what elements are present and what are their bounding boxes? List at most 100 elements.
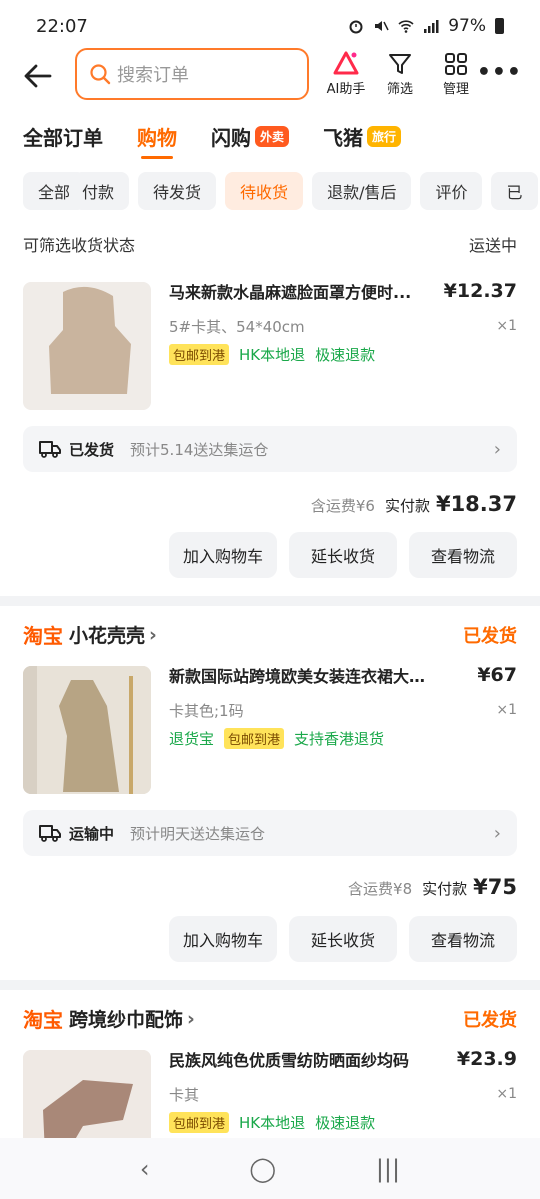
fast-refund-tag: 极速退款 bbox=[315, 346, 376, 364]
order-actions: 加入购物车 延长收货 查看物流 bbox=[169, 532, 517, 578]
tab-all-orders[interactable]: 全部订单 bbox=[23, 122, 103, 151]
paid-label: 实付款 bbox=[384, 497, 430, 515]
service-tags: 包邮到港 HK本地退 极速退款 bbox=[169, 1112, 375, 1133]
product-image bbox=[23, 666, 151, 794]
shop-link[interactable]: 淘宝 小花壳壳 › bbox=[23, 620, 157, 649]
product-quantity: ×1 bbox=[496, 702, 517, 718]
chevron-right-icon: › bbox=[493, 438, 501, 460]
ai-assistant-button[interactable]: AI助手 bbox=[316, 50, 376, 97]
product-image bbox=[23, 1050, 151, 1138]
nav-home-icon[interactable]: ◯ bbox=[249, 1155, 276, 1183]
tab-flash-buy[interactable]: 闪购 外卖 bbox=[211, 122, 290, 151]
order-status: 已发货 bbox=[463, 1009, 517, 1031]
shop-link[interactable]: 淘宝 跨境纱巾配饰 › bbox=[23, 1004, 195, 1033]
free-shipping-tag: 包邮到港 bbox=[169, 1112, 230, 1133]
shipping-fee: 含运费¥6 bbox=[310, 497, 375, 515]
battery-icon bbox=[495, 18, 504, 34]
product-title: 马来新款水晶麻遮脸面罩方便时... bbox=[169, 283, 412, 302]
status-time: 22:07 bbox=[36, 15, 88, 37]
fast-refund-tag: 极速退款 bbox=[315, 1114, 376, 1132]
payment-summary: 含运费¥6 实付款 ¥18.37 bbox=[311, 492, 517, 516]
battery-percent: 97% bbox=[448, 16, 486, 36]
product-quantity: ×1 bbox=[496, 318, 517, 334]
add-to-cart-button[interactable]: 加入购物车 bbox=[169, 532, 277, 578]
taobao-logo: 淘宝 bbox=[23, 1008, 63, 1032]
free-shipping-tag: 包邮到港 bbox=[169, 344, 230, 365]
alarm-icon bbox=[349, 20, 363, 34]
paid-amount: ¥18.37 bbox=[435, 492, 517, 516]
tab-fliggy[interactable]: 飞猪 旅行 bbox=[323, 122, 402, 151]
travel-badge: 旅行 bbox=[367, 125, 402, 147]
logistics-eta: 预计5.14送达集运仓 bbox=[130, 440, 269, 459]
nav-recents-icon[interactable]: ||| bbox=[376, 1155, 400, 1183]
service-tags: 退货宝 包邮到港 支持香港退货 bbox=[169, 728, 384, 749]
mute-icon bbox=[375, 21, 389, 31]
chevron-right-icon: › bbox=[187, 1007, 195, 1030]
wifi-icon bbox=[398, 20, 414, 33]
product-price: ¥23.9 bbox=[456, 1050, 517, 1070]
logistics-status: 已发货 bbox=[69, 440, 115, 459]
status-filter-chips: 全部 付款 待发货 待收货 退款/售后 评价 已 bbox=[23, 172, 540, 210]
extend-receipt-button[interactable]: 延长收货 bbox=[289, 916, 397, 962]
chevron-right-icon: › bbox=[149, 623, 157, 646]
filter-hint: 可筛选收货状态 bbox=[23, 236, 136, 255]
filter-state[interactable]: 运送中 bbox=[469, 232, 517, 256]
section-divider bbox=[0, 596, 540, 606]
payment-summary: 含运费¥8 实付款 ¥75 bbox=[348, 875, 517, 899]
product-price: ¥12.37 bbox=[443, 280, 517, 302]
back-arrow-icon[interactable] bbox=[22, 58, 54, 94]
paid-label: 实付款 bbox=[422, 880, 468, 898]
product-title: 民族风纯色优质雪纺防晒面纱均码 bbox=[169, 1051, 410, 1070]
paid-amount: ¥75 bbox=[473, 875, 517, 899]
chip-more[interactable]: 已 bbox=[491, 172, 538, 210]
product-spec: 卡其色;1码 bbox=[169, 702, 244, 720]
order-item[interactable]: 马来新款水晶麻遮脸面罩方便时... ¥12.37 5#卡其、54*40cm ×1… bbox=[23, 280, 517, 410]
shop-header: 淘宝 小花壳壳 › 已发货 bbox=[23, 620, 517, 649]
logistics-bar[interactable]: 运输中 预计明天送达集运仓 › bbox=[23, 810, 517, 856]
order-item[interactable]: 新款国际站跨境欧美女装连衣裙大码... ¥67 卡其色;1码 ×1 退货宝 包邮… bbox=[23, 664, 517, 794]
system-nav-bar: ‹ ◯ ||| bbox=[0, 1138, 540, 1199]
add-to-cart-button[interactable]: 加入购物车 bbox=[169, 916, 277, 962]
filter-summary: 可筛选收货状态 运送中 bbox=[23, 232, 517, 256]
top-header: 搜索订单 AI助手 筛选 管理 ••• bbox=[0, 48, 540, 102]
product-title: 新款国际站跨境欧美女装连衣裙大码... bbox=[169, 667, 434, 686]
chip-to-ship[interactable]: 待发货 bbox=[138, 172, 217, 210]
logistics-status: 运输中 bbox=[69, 824, 115, 843]
hk-return-tag: 支持香港退货 bbox=[294, 730, 385, 748]
truck-icon bbox=[39, 441, 61, 458]
status-bar: 22:07 97% bbox=[0, 0, 540, 52]
search-input[interactable]: 搜索订单 bbox=[75, 48, 309, 100]
order-actions: 加入购物车 延长收货 查看物流 bbox=[169, 916, 517, 962]
order-status: 已发货 bbox=[463, 625, 517, 647]
chip-review[interactable]: 评价 bbox=[420, 172, 483, 210]
free-shipping-tag: 包邮到港 bbox=[224, 728, 285, 749]
filter-funnel-icon bbox=[389, 54, 411, 74]
more-options-icon[interactable]: ••• bbox=[477, 60, 522, 85]
logistics-eta: 预计明天送达集运仓 bbox=[130, 824, 266, 843]
order-item[interactable]: 民族风纯色优质雪纺防晒面纱均码 ¥23.9 卡其 ×1 包邮到港 HK本地退 极… bbox=[23, 1050, 517, 1138]
chip-to-receive[interactable]: 待收货 bbox=[225, 172, 304, 210]
nav-back-icon[interactable]: ‹ bbox=[140, 1155, 150, 1183]
hk-return-tag: HK本地退 bbox=[239, 1114, 306, 1132]
ai-sparkle-icon bbox=[333, 51, 359, 75]
return-insurance-tag: 退货宝 bbox=[169, 730, 215, 748]
view-logistics-button[interactable]: 查看物流 bbox=[409, 916, 517, 962]
chevron-right-icon: › bbox=[493, 822, 501, 844]
chip-pending-payment[interactable]: 付款 bbox=[74, 172, 130, 210]
product-image bbox=[23, 282, 151, 410]
tab-shopping[interactable]: 购物 bbox=[137, 122, 177, 159]
filter-button[interactable]: 筛选 bbox=[370, 50, 430, 97]
extend-receipt-button[interactable]: 延长收货 bbox=[289, 532, 397, 578]
product-price: ¥67 bbox=[477, 664, 517, 686]
product-spec: 卡其 bbox=[169, 1086, 200, 1104]
product-quantity: ×1 bbox=[496, 1086, 517, 1102]
shop-name: 跨境纱巾配饰 bbox=[69, 1009, 184, 1031]
takeout-badge: 外卖 bbox=[255, 125, 290, 147]
search-icon bbox=[90, 64, 111, 85]
order-type-tabs: 全部订单 购物 闪购 外卖 飞猪 旅行 bbox=[23, 116, 435, 159]
view-logistics-button[interactable]: 查看物流 bbox=[409, 532, 517, 578]
chip-refund[interactable]: 退款/售后 bbox=[312, 172, 412, 210]
truck-icon bbox=[39, 825, 61, 842]
logistics-bar[interactable]: 已发货 预计5.14送达集运仓 › bbox=[23, 426, 517, 472]
shipping-fee: 含运费¥8 bbox=[348, 880, 413, 898]
